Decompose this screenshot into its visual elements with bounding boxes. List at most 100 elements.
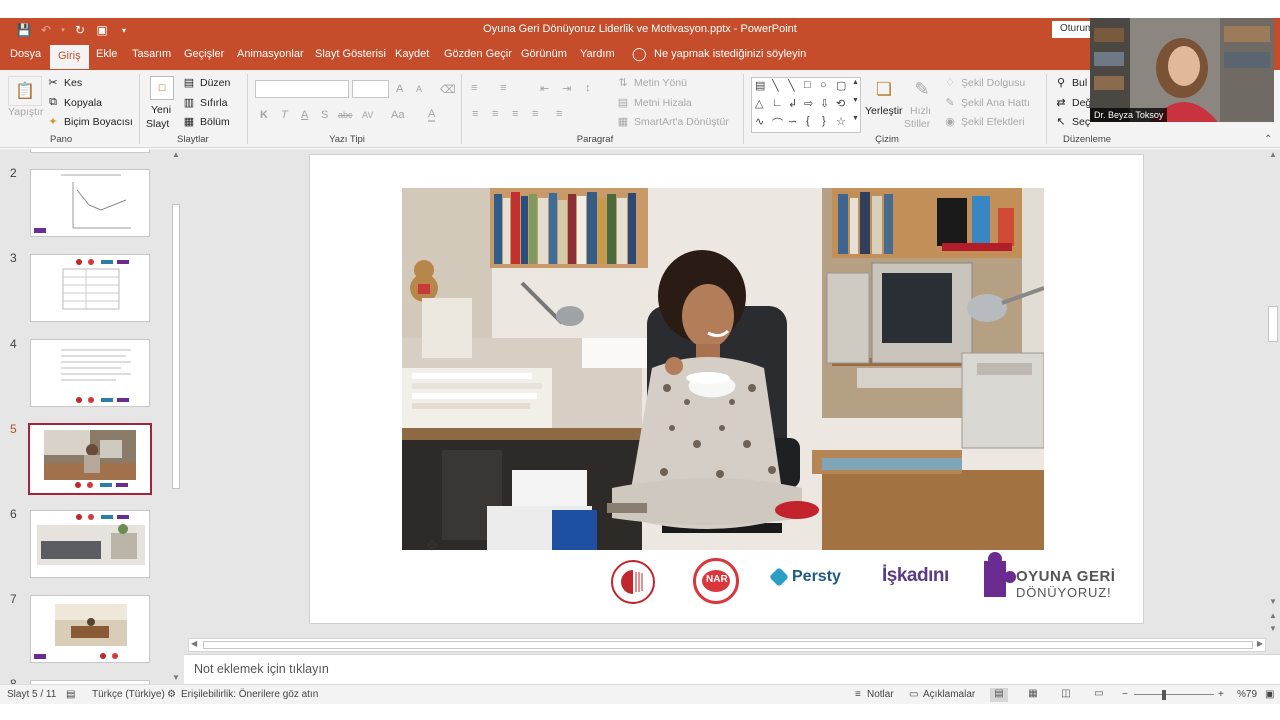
tab-animations[interactable]: Animasyonlar — [237, 48, 304, 60]
tab-help[interactable]: Yardım — [580, 48, 615, 60]
shapes-gallery[interactable]: ▤ ╲ ╲ □ ○ ▢ △ ∟ ↲ ⇨ ⇩ ⟲ ∿ ⌒ ∽ { } ☆ ▲ ▼ … — [751, 77, 861, 133]
paste-icon[interactable]: 📋 — [8, 76, 42, 106]
char-spacing-button[interactable]: AV — [362, 110, 373, 120]
prev-slide-icon[interactable]: ▲ — [1269, 611, 1277, 620]
shape-outline-button[interactable]: ✎ Şekil Ana Hattı — [943, 96, 1029, 110]
notes-icon[interactable]: ≡ — [855, 689, 861, 700]
justify-icon[interactable]: ≡ — [532, 108, 538, 120]
accessibility-icon[interactable]: ⚙ — [167, 689, 176, 700]
accessibility-status[interactable]: Erişilebilirlik: Önerilere göz atın — [181, 689, 318, 700]
freeform-shape-icon[interactable]: ∿ — [755, 115, 764, 128]
copy-button[interactable]: ⧉ Kopyala — [46, 96, 102, 109]
shadow-button[interactable]: S — [321, 109, 328, 121]
scroll-thumb[interactable] — [172, 204, 180, 489]
tell-me-search[interactable]: Ne yapmak istediğinizi söyleyin — [654, 48, 806, 60]
scroll-down-icon[interactable]: ▼ — [1269, 597, 1277, 606]
select-button[interactable]: ↖ Seç — [1054, 115, 1090, 129]
next-slide-icon[interactable]: ▼ — [1269, 624, 1277, 633]
textbox-shape-icon[interactable]: ▤ — [755, 79, 765, 92]
italic-button[interactable]: T — [281, 109, 288, 121]
smartart-button[interactable]: ▦ SmartArt'a Dönüştür — [616, 115, 729, 129]
decrease-indent-icon[interactable]: ⇤ — [540, 82, 549, 95]
replace-button[interactable]: ⇄ Değ — [1054, 96, 1091, 110]
align-left-icon[interactable]: ≡ — [472, 108, 478, 120]
curve-shape-icon[interactable]: ∽ — [788, 115, 797, 128]
font-size-field[interactable] — [352, 80, 389, 98]
connector-shape-icon[interactable]: ∟ — [772, 97, 783, 109]
oval-shape-icon[interactable]: ○ — [820, 79, 827, 91]
scroll-left-icon[interactable]: ◀ — [191, 639, 197, 648]
editor-scroll-thumb[interactable] — [1268, 306, 1278, 342]
roundrect-shape-icon[interactable]: ▢ — [836, 79, 846, 92]
align-center-icon[interactable]: ≡ — [492, 108, 498, 120]
line2-shape-icon[interactable]: ╲ — [788, 79, 795, 92]
tab-file[interactable]: Dosya — [10, 48, 41, 60]
normal-view-icon[interactable]: ▤ — [990, 688, 1008, 702]
connector2-shape-icon[interactable]: ↲ — [788, 97, 797, 110]
find-button[interactable]: ⚲ Bul — [1054, 76, 1087, 90]
gallery-more-icon[interactable]: ▼ — [852, 115, 859, 122]
zoom-slider[interactable] — [1134, 694, 1214, 695]
tab-design[interactable]: Tasarım — [132, 48, 171, 60]
tab-review[interactable]: Gözden Geçir — [444, 48, 512, 60]
arc-shape-icon[interactable]: ⌒ — [772, 115, 783, 131]
tab-insert[interactable]: Ekle — [96, 48, 117, 60]
reset-button[interactable]: ▥ Sıfırla — [182, 96, 228, 110]
fit-to-window-icon[interactable]: ▣ — [1265, 689, 1274, 700]
clear-format-icon[interactable]: ⌫ — [440, 83, 456, 96]
notes-toggle[interactable]: Notlar — [867, 689, 894, 700]
bullets-icon[interactable]: ≡ — [471, 82, 477, 94]
thumbnail-slide-7[interactable] — [30, 595, 150, 663]
rectangle-shape-icon[interactable]: □ — [804, 79, 811, 91]
brace-left-shape-icon[interactable]: { — [806, 115, 810, 127]
text-direction-button[interactable]: ⇅ Metin Yönü — [616, 76, 687, 90]
slide-editor[interactable]: NAR Persty İşkadını OYUNA GERİ DÖNÜYORUZ… — [184, 149, 1280, 654]
arrow-right-shape-icon[interactable]: ⇨ — [804, 97, 813, 110]
thumbnail-slide-2[interactable] — [30, 169, 150, 237]
format-painter-button[interactable]: ✦ Biçim Boyacısı — [46, 115, 132, 129]
grow-font-button[interactable]: A — [396, 83, 403, 95]
shrink-font-button[interactable]: A — [416, 84, 422, 94]
comments-icon[interactable]: ▭ — [909, 689, 918, 700]
editor-horizontal-scrollbar[interactable]: ◀ ▶ — [188, 638, 1266, 652]
thumbnail-slide-3[interactable] — [30, 254, 150, 322]
triangle-shape-icon[interactable]: △ — [755, 97, 763, 110]
cut-button[interactable]: ✂ Kes — [46, 76, 82, 90]
shape-fill-button[interactable]: ♢ Şekil Dolgusu — [943, 76, 1025, 90]
thumbnail-slide-6[interactable] — [30, 510, 150, 578]
scroll-up-icon[interactable]: ▲ — [1269, 150, 1277, 159]
spellcheck-icon[interactable]: ▤ — [66, 689, 75, 700]
zoom-level[interactable]: %79 — [1237, 689, 1257, 700]
editor-vertical-scrollbar[interactable]: ▲ ▼ ▲ ▼ — [1266, 149, 1280, 639]
quick-styles-label-1[interactable]: Hızlı — [910, 105, 931, 117]
language-status[interactable]: Türkçe (Türkiye) — [92, 689, 165, 700]
font-name-field[interactable] — [255, 80, 349, 98]
shape-effects-button[interactable]: ◉ Şekil Efektleri — [943, 115, 1024, 129]
thumbnail-slide-5[interactable] — [28, 423, 152, 495]
align-text-button[interactable]: ▤ Metni Hizala — [616, 96, 692, 110]
scroll-right-icon[interactable]: ▶ — [1257, 639, 1263, 648]
underline-button[interactable]: A — [301, 109, 308, 121]
new-slide-label-1[interactable]: Yeni — [151, 104, 171, 116]
columns-icon[interactable]: ≡ — [556, 108, 562, 120]
tab-record[interactable]: Kaydet — [395, 48, 429, 60]
brace-right-shape-icon[interactable]: } — [822, 115, 826, 127]
arrange-icon[interactable]: ❏ — [872, 76, 896, 102]
zoom-in-icon[interactable]: + — [1218, 689, 1224, 700]
curved-shape-icon[interactable]: ⟲ — [836, 97, 845, 110]
slideshow-view-icon[interactable]: ▭ — [1090, 688, 1108, 702]
strikethrough-button[interactable]: abc — [338, 110, 353, 120]
section-button[interactable]: ▦ Bölüm — [182, 115, 230, 129]
quick-styles-icon[interactable]: ✎ — [910, 76, 934, 102]
increase-indent-icon[interactable]: ⇥ — [562, 82, 571, 95]
thumbnail-partial[interactable] — [30, 149, 150, 153]
office-woman-photo[interactable] — [402, 188, 1044, 550]
zoom-out-icon[interactable]: − — [1122, 689, 1128, 700]
align-right-icon[interactable]: ≡ — [512, 108, 518, 120]
line-spacing-icon[interactable]: ↕ — [585, 82, 591, 94]
zoom-slider-thumb[interactable] — [1162, 690, 1166, 700]
tab-view[interactable]: Görünüm — [521, 48, 567, 60]
new-slide-label-2[interactable]: Slayt — [146, 118, 169, 130]
paste-button[interactable]: Yapıştır — [8, 106, 43, 118]
change-case-button[interactable]: Aa — [391, 109, 404, 121]
